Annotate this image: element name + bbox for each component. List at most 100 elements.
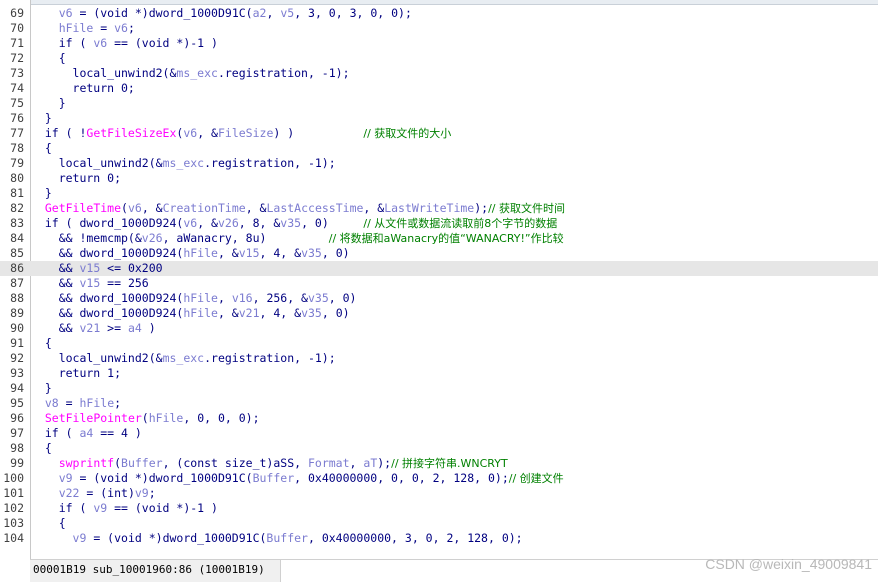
identifier-token[interactable]: CreationTime bbox=[163, 201, 246, 215]
identifier-token[interactable]: a4 bbox=[128, 321, 142, 335]
identifier-token[interactable]: v15 bbox=[239, 246, 260, 260]
code-line[interactable]: 84 && !memcmp(&v26, aWanacry, 8u) // 将数据… bbox=[0, 231, 878, 246]
identifier-token[interactable]: hFile bbox=[183, 306, 218, 320]
identifier-token[interactable]: aT bbox=[363, 456, 377, 470]
code-line[interactable]: 86 && v15 <= 0x200 bbox=[0, 261, 878, 276]
identifier-token[interactable]: v6 bbox=[183, 126, 197, 140]
identifier-token[interactable]: FileSize bbox=[218, 126, 273, 140]
code-line[interactable]: 101 v22 = (int)v9; bbox=[0, 486, 878, 501]
identifier-token[interactable]: v9 bbox=[59, 471, 73, 485]
code-line[interactable]: 104 v9 = (void *)dword_1000D91C(Buffer, … bbox=[0, 531, 878, 546]
code-line[interactable]: 99 swprintf(Buffer, (const size_t)aSS, F… bbox=[0, 456, 878, 471]
identifier-token[interactable]: Buffer bbox=[253, 471, 295, 485]
identifier-token[interactable]: a2 bbox=[253, 6, 267, 20]
identifier-token[interactable]: v35 bbox=[301, 306, 322, 320]
line-number: 87 bbox=[10, 276, 24, 290]
identifier-token[interactable]: v21 bbox=[239, 306, 260, 320]
identifier-token[interactable]: v35 bbox=[280, 216, 301, 230]
identifier-token[interactable]: v35 bbox=[301, 246, 322, 260]
identifier-token[interactable]: v9 bbox=[135, 486, 149, 500]
identifier-token[interactable]: v8 bbox=[45, 396, 59, 410]
code-text: && dword_1000D924(hFile, &v15, 4, &v35, … bbox=[31, 246, 350, 261]
code-line[interactable]: 100 v9 = (void *)dword_1000D91C(Buffer, … bbox=[0, 471, 878, 486]
code-line[interactable]: 95 v8 = hFile; bbox=[0, 396, 878, 411]
identifier-token[interactable]: v15 bbox=[79, 276, 100, 290]
code-line[interactable]: 73 local_unwind2(&ms_exc.registration, -… bbox=[0, 66, 878, 81]
identifier-token[interactable]: hFile bbox=[149, 411, 184, 425]
code-line[interactable]: 75 } bbox=[0, 96, 878, 111]
identifier-token[interactable]: v21 bbox=[79, 321, 100, 335]
code-line[interactable]: 91 { bbox=[0, 336, 878, 351]
code-line[interactable]: 103 { bbox=[0, 516, 878, 531]
identifier-token[interactable]: v6 bbox=[128, 201, 142, 215]
code-line[interactable]: 98 { bbox=[0, 441, 878, 456]
identifier-token[interactable]: v9 bbox=[93, 501, 107, 515]
code-line[interactable]: 102 if ( v9 == (void *)-1 ) bbox=[0, 501, 878, 516]
code-line[interactable]: 69 v6 = (void *)dword_1000D91C(a2, v5, 3… bbox=[0, 6, 878, 21]
identifier-token[interactable]: ms_exc bbox=[163, 156, 205, 170]
identifier-token[interactable]: v5 bbox=[280, 6, 294, 20]
code-text: if ( !GetFileSizeEx(v6, &FileSize) ) // … bbox=[31, 126, 451, 141]
identifier-token[interactable]: v16 bbox=[232, 291, 253, 305]
code-line[interactable]: 79 local_unwind2(&ms_exc.registration, -… bbox=[0, 156, 878, 171]
identifier-token[interactable]: hFile bbox=[80, 396, 115, 410]
identifier-token[interactable]: v15 bbox=[79, 261, 100, 275]
identifier-token[interactable]: ms_exc bbox=[176, 66, 218, 80]
code-token: && dword_1000D924( bbox=[31, 306, 184, 320]
identifier-token[interactable]: v26 bbox=[218, 216, 239, 230]
code-line[interactable]: 82 GetFileTime(v6, &CreationTime, &LastA… bbox=[0, 201, 878, 216]
code-line[interactable]: 94 } bbox=[0, 381, 878, 396]
code-token: && bbox=[31, 261, 80, 275]
identifier-token[interactable]: v9 bbox=[73, 531, 87, 545]
identifier-token[interactable]: Format bbox=[308, 456, 350, 470]
code-line[interactable]: 85 && dword_1000D924(hFile, &v15, 4, &v3… bbox=[0, 246, 878, 261]
function-name-token[interactable]: GetFileTime bbox=[45, 201, 121, 215]
identifier-token[interactable]: LastAccessTime bbox=[266, 201, 363, 215]
identifier-token[interactable]: Buffer bbox=[266, 531, 308, 545]
code-line[interactable]: 92 local_unwind2(&ms_exc.registration, -… bbox=[0, 351, 878, 366]
code-text: v8 = hFile; bbox=[31, 396, 121, 411]
code-line[interactable]: 90 && v21 >= a4 ) bbox=[0, 321, 878, 336]
code-line[interactable]: 87 && v15 == 256 bbox=[0, 276, 878, 291]
code-token: ; bbox=[148, 486, 156, 500]
line-number: 85 bbox=[10, 246, 24, 260]
identifier-token[interactable]: hFile bbox=[183, 291, 218, 305]
code-line[interactable]: 81 } bbox=[0, 186, 878, 201]
code-line[interactable]: 71 if ( v6 == (void *)-1 ) bbox=[0, 36, 878, 51]
identifier-token[interactable]: v22 bbox=[59, 486, 80, 500]
identifier-token[interactable]: v6 bbox=[59, 6, 73, 20]
identifier-token[interactable]: a4 bbox=[79, 426, 93, 440]
pseudocode-view[interactable]: 69 v6 = (void *)dword_1000D91C(a2, v5, 3… bbox=[0, 6, 878, 556]
code-line[interactable]: 97 if ( a4 == 4 ) bbox=[0, 426, 878, 441]
function-name-token[interactable]: SetFilePointer bbox=[45, 411, 142, 425]
code-token: , bbox=[266, 6, 281, 20]
identifier-token[interactable]: hFile bbox=[59, 21, 94, 35]
code-line[interactable]: 80 return 0; bbox=[0, 171, 878, 186]
code-line[interactable]: 70 hFile = v6; bbox=[0, 21, 878, 36]
function-name-token[interactable]: GetFileSizeEx bbox=[86, 126, 176, 140]
code-token: = (int) bbox=[79, 486, 135, 500]
identifier-token[interactable]: v6 bbox=[93, 36, 107, 50]
code-line[interactable]: 78 { bbox=[0, 141, 878, 156]
identifier-token[interactable]: ms_exc bbox=[163, 351, 205, 365]
code-token: = (void *)dword_1000D91C( bbox=[86, 531, 267, 545]
code-line[interactable]: 89 && dword_1000D924(hFile, &v21, 4, &v3… bbox=[0, 306, 878, 321]
code-line[interactable]: 83 if ( dword_1000D924(v6, &v26, 8, &v35… bbox=[0, 216, 878, 231]
identifier-token[interactable]: v6 bbox=[183, 216, 197, 230]
identifier-token[interactable]: v26 bbox=[142, 231, 163, 245]
identifier-token[interactable]: hFile bbox=[183, 246, 218, 260]
code-line[interactable]: 96 SetFilePointer(hFile, 0, 0, 0); bbox=[0, 411, 878, 426]
identifier-token[interactable]: v35 bbox=[308, 291, 329, 305]
identifier-token[interactable]: Buffer bbox=[121, 456, 163, 470]
code-line[interactable]: 72 { bbox=[0, 51, 878, 66]
code-line[interactable]: 77 if ( !GetFileSizeEx(v6, &FileSize) ) … bbox=[0, 126, 878, 141]
identifier-token[interactable]: v6 bbox=[114, 21, 128, 35]
function-name-token[interactable]: swprintf bbox=[59, 456, 114, 470]
comment-token: // 将数据和aWanacry的值“WANACRY!”作比较 bbox=[328, 232, 564, 245]
code-line[interactable]: 93 return 1; bbox=[0, 366, 878, 381]
code-line[interactable]: 76 } bbox=[0, 111, 878, 126]
identifier-token[interactable]: LastWriteTime bbox=[384, 201, 474, 215]
code-line[interactable]: 74 return 0; bbox=[0, 81, 878, 96]
code-line[interactable]: 88 && dword_1000D924(hFile, v16, 256, &v… bbox=[0, 291, 878, 306]
